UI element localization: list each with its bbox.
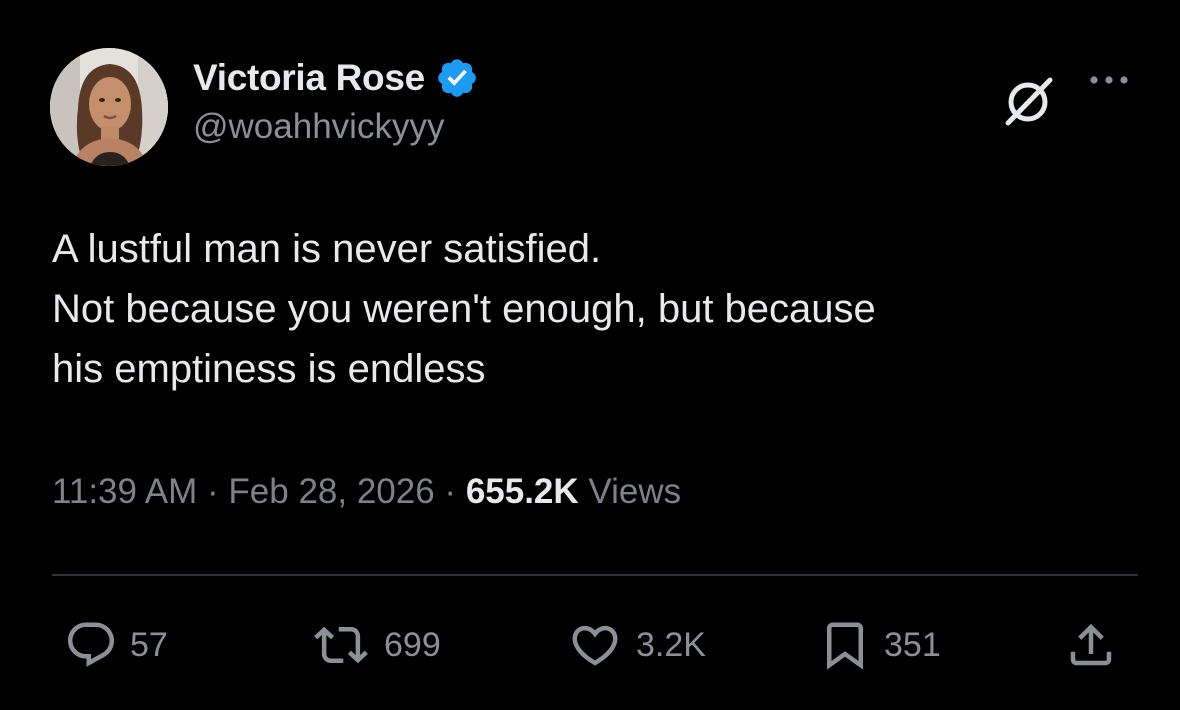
reply-count: 57 bbox=[130, 625, 168, 664]
tweet-meta: 11:39 AM · Feb 28, 2026 · 655.2K Views bbox=[52, 472, 681, 512]
avatar[interactable] bbox=[50, 48, 168, 166]
retweet-icon bbox=[314, 626, 368, 664]
author-name-row: Victoria Rose bbox=[193, 55, 479, 101]
heart-icon bbox=[572, 625, 618, 666]
retweet-count: 699 bbox=[384, 625, 441, 664]
tweet-text-line: his emptiness is endless bbox=[52, 347, 486, 391]
meta-separator: · bbox=[207, 472, 219, 511]
share-button[interactable] bbox=[1064, 615, 1118, 675]
bookmark-icon bbox=[827, 622, 863, 670]
share-icon bbox=[1070, 623, 1112, 666]
reply-bubble-icon bbox=[67, 622, 115, 667]
divider bbox=[52, 574, 1138, 576]
tweet-text: A lustful man is never satisfied. Not be… bbox=[52, 219, 1152, 399]
views-label: Views bbox=[588, 472, 682, 511]
tweet-date[interactable]: Feb 28, 2026 bbox=[228, 472, 434, 511]
views-count[interactable]: 655.2K bbox=[466, 472, 579, 511]
grok-icon[interactable] bbox=[1000, 74, 1056, 130]
tweet-card: Victoria Rose @woahhvickyyy A lustful ma… bbox=[0, 0, 1180, 710]
verified-badge-icon[interactable] bbox=[435, 56, 479, 100]
author-info: Victoria Rose @woahhvickyyy bbox=[193, 55, 479, 147]
tweet-text-line: A lustful man is never satisfied. bbox=[52, 227, 602, 271]
author-handle[interactable]: @woahhvickyyy bbox=[193, 107, 479, 147]
tweet-text-line: Not because you weren't enough, but beca… bbox=[52, 287, 876, 331]
avatar-photo bbox=[50, 48, 168, 166]
retweet-button[interactable]: 699 bbox=[310, 615, 441, 675]
tweet-time[interactable]: 11:39 AM bbox=[52, 472, 197, 511]
reply-button[interactable]: 57 bbox=[64, 615, 168, 675]
bookmark-count: 351 bbox=[884, 625, 941, 664]
meta-separator: · bbox=[444, 472, 457, 511]
like-button[interactable]: 3.2K bbox=[566, 615, 706, 675]
bookmark-button[interactable]: 351 bbox=[818, 615, 941, 675]
more-dots-icon[interactable] bbox=[1086, 70, 1132, 90]
like-count: 3.2K bbox=[636, 625, 706, 664]
author-display-name[interactable]: Victoria Rose bbox=[193, 57, 425, 99]
